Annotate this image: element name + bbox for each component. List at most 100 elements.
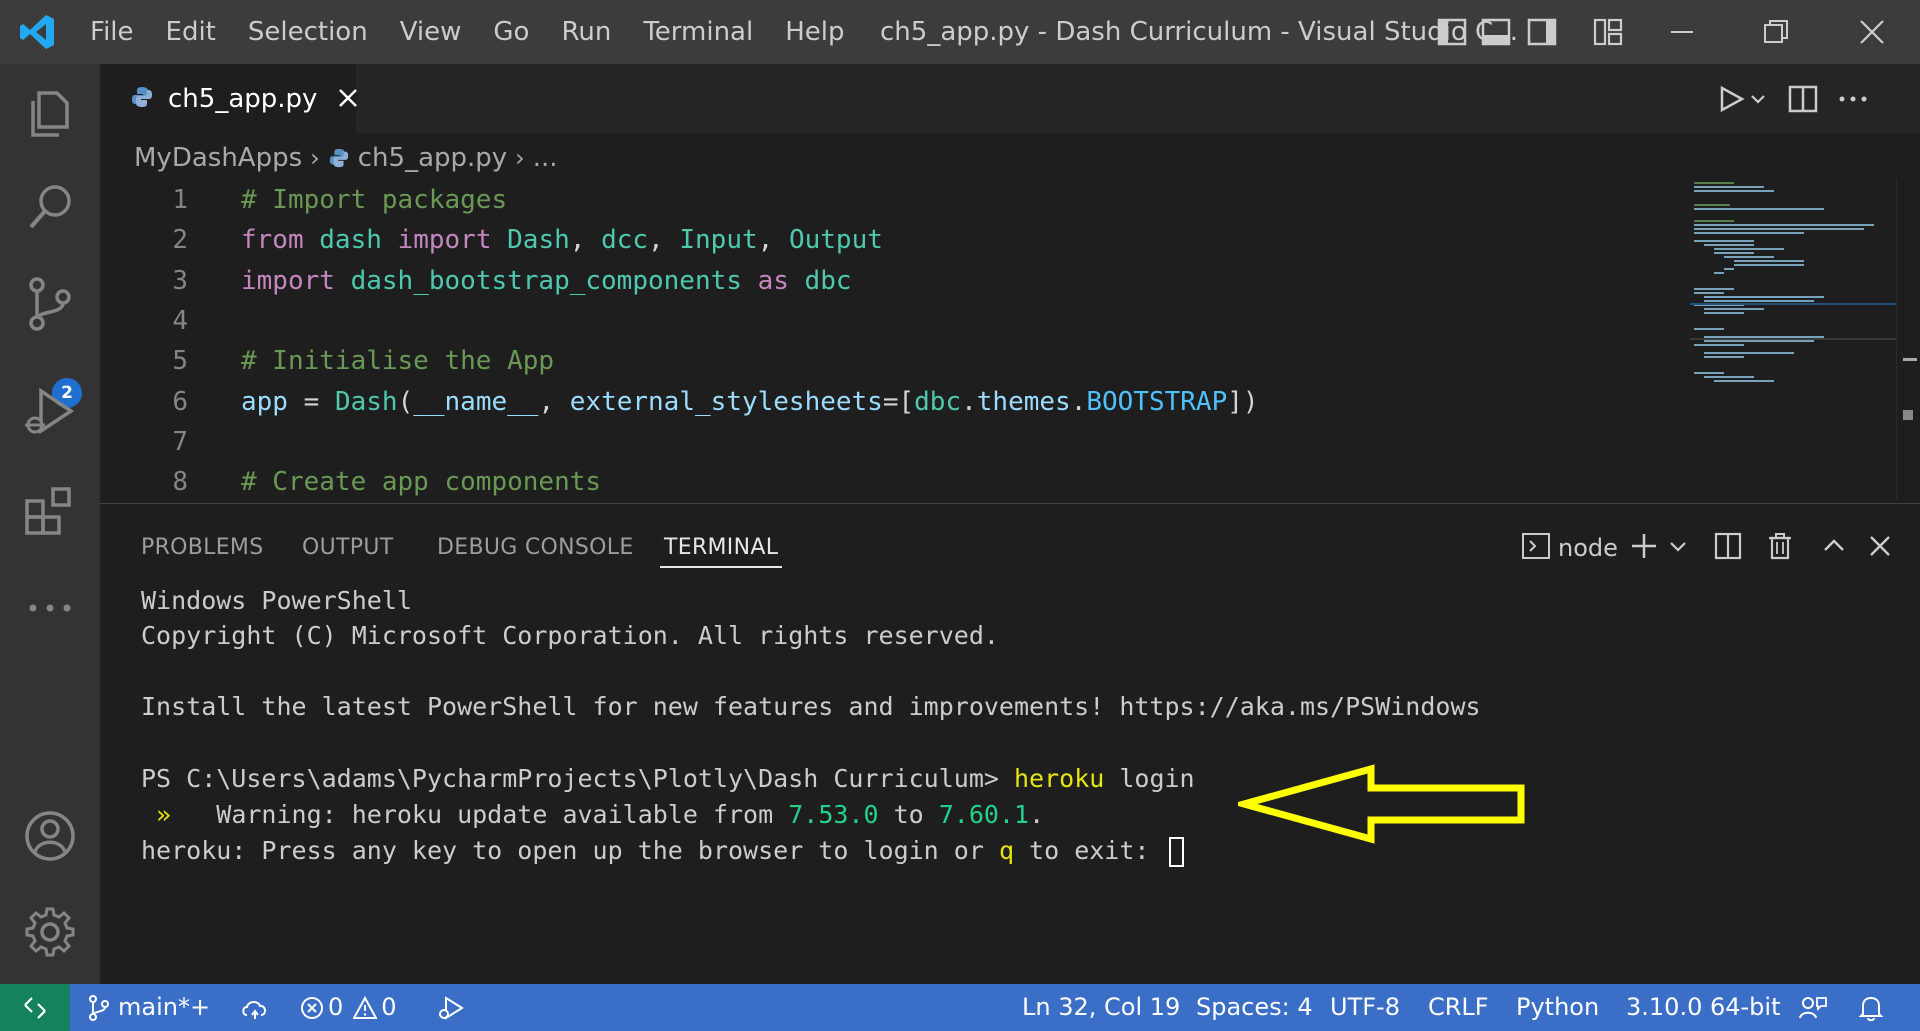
breadcrumb-folder[interactable]: MyDashApps bbox=[134, 143, 302, 173]
line-number: 2 bbox=[172, 225, 188, 256]
settings-gear-icon[interactable] bbox=[0, 884, 100, 980]
extensions-icon[interactable] bbox=[0, 464, 100, 560]
code-token: from bbox=[241, 225, 304, 256]
code-line[interactable]: 8 # Create app components bbox=[100, 462, 1690, 502]
python-file-icon bbox=[130, 85, 154, 113]
tab-problems[interactable]: PROBLEMS bbox=[141, 528, 263, 568]
customize-layout-icon[interactable] bbox=[1592, 16, 1624, 48]
branch-name: main*+ bbox=[118, 993, 211, 1021]
split-editor-icon[interactable] bbox=[1786, 82, 1820, 120]
warning-text: Warning: heroku update available from bbox=[171, 800, 789, 829]
accounts-icon[interactable] bbox=[0, 788, 100, 884]
code-line[interactable]: 4 bbox=[100, 301, 1690, 341]
breadcrumb-file[interactable]: ch5_app.py bbox=[358, 143, 507, 173]
tab-label: ch5_app.py bbox=[168, 84, 318, 114]
code-token: # Import packages bbox=[241, 185, 508, 215]
menu-file[interactable]: File bbox=[74, 0, 150, 64]
branch-indicator[interactable]: main*+ bbox=[88, 984, 210, 1031]
terminal-shell-icon[interactable] bbox=[1516, 526, 1556, 566]
toggle-secondary-sidebar-icon[interactable] bbox=[1526, 16, 1558, 48]
more-icon[interactable] bbox=[0, 560, 100, 656]
code-token: . bbox=[961, 386, 977, 417]
menu-help[interactable]: Help bbox=[769, 0, 860, 64]
cursor-position[interactable]: Ln 32, Col 19 bbox=[1022, 984, 1180, 1031]
code-token: , bbox=[538, 386, 570, 417]
menu-edit[interactable]: Edit bbox=[150, 0, 232, 64]
language-mode[interactable]: Python bbox=[1516, 984, 1599, 1031]
toggle-primary-sidebar-icon[interactable] bbox=[1436, 16, 1468, 48]
code-token: ]) bbox=[1227, 386, 1259, 417]
end-of-line[interactable]: CRLF bbox=[1428, 984, 1489, 1031]
python-file-icon bbox=[328, 147, 350, 169]
code-token: = bbox=[287, 386, 335, 417]
split-terminal-icon[interactable] bbox=[1708, 526, 1748, 566]
close-tab-icon[interactable] bbox=[337, 82, 359, 117]
warning-marker: » bbox=[141, 800, 172, 829]
code-text: # Initialise the App bbox=[241, 341, 554, 381]
warning-end: . bbox=[1029, 800, 1045, 829]
terminal-line: Copyright (C) Microsoft Corporation. All… bbox=[141, 621, 999, 650]
maximize-panel-chevron-up-icon[interactable] bbox=[1814, 526, 1854, 566]
feedback-icon[interactable] bbox=[1798, 984, 1828, 1031]
line-number: 8 bbox=[172, 467, 188, 498]
more-actions-icon[interactable] bbox=[1836, 82, 1870, 120]
code-token: ( bbox=[397, 386, 414, 417]
notifications-bell-icon[interactable] bbox=[1858, 984, 1884, 1031]
toggle-panel-icon[interactable] bbox=[1480, 16, 1512, 48]
code-line[interactable]: 3 import dash_bootstrap_components as dbc bbox=[100, 261, 1690, 301]
code-line[interactable]: 1 # Import packages bbox=[100, 180, 1690, 220]
remote-indicator-icon[interactable] bbox=[0, 984, 70, 1031]
code-line[interactable]: 5 # Initialise the App bbox=[100, 341, 1690, 381]
code-token: dash bbox=[319, 225, 382, 256]
sync-icon[interactable] bbox=[240, 984, 270, 1031]
tab-debug-console[interactable]: DEBUG CONSOLE bbox=[437, 528, 634, 568]
explorer-icon[interactable] bbox=[0, 64, 100, 160]
terminal-cursor bbox=[1168, 837, 1184, 867]
python-interpreter[interactable]: 3.10.0 64-bit bbox=[1626, 984, 1780, 1031]
indentation[interactable]: Spaces: 4 bbox=[1196, 984, 1313, 1031]
code-token: . bbox=[1070, 386, 1087, 417]
menu-go[interactable]: Go bbox=[477, 0, 545, 64]
menu-view[interactable]: View bbox=[384, 0, 478, 64]
code-line[interactable]: 6 app = Dash(__name__, external_styleshee… bbox=[100, 382, 1690, 422]
code-editor[interactable]: 1 # Import packages 2 from dash import Dash… bbox=[100, 180, 1690, 500]
tab-ch5-app-py[interactable]: ch5_app.py bbox=[100, 64, 359, 134]
code-token: external_stylesheets bbox=[569, 386, 883, 417]
kill-terminal-trash-icon[interactable] bbox=[1760, 526, 1800, 566]
menu-terminal[interactable]: Terminal bbox=[627, 0, 769, 64]
run-python-file-icon[interactable] bbox=[1716, 82, 1766, 120]
status-bar: main*+ 0 0 Ln 32, Col 19 Spaces: 4 UTF-8… bbox=[0, 984, 1920, 1031]
tab-terminal[interactable]: TERMINAL bbox=[660, 528, 783, 568]
search-icon[interactable] bbox=[0, 160, 100, 256]
code-token: import bbox=[241, 265, 335, 296]
encoding[interactable]: UTF-8 bbox=[1330, 984, 1400, 1031]
menu-run[interactable]: Run bbox=[545, 0, 627, 64]
tab-output[interactable]: OUTPUT bbox=[302, 528, 393, 568]
terminal-dropdown-chevron-icon[interactable] bbox=[1658, 526, 1698, 566]
problems-indicator[interactable]: 0 0 bbox=[300, 984, 397, 1031]
line-number: 1 bbox=[172, 185, 188, 215]
code-text: # Create app components bbox=[241, 462, 601, 502]
terminal-name[interactable]: node bbox=[1558, 528, 1618, 568]
minimap[interactable] bbox=[1690, 178, 1896, 500]
close-window-button[interactable] bbox=[1826, 0, 1918, 64]
login-suffix: to exit: bbox=[1014, 836, 1165, 865]
close-panel-icon[interactable] bbox=[1860, 526, 1900, 566]
breadcrumb-symbols[interactable]: ... bbox=[533, 143, 558, 173]
restore-button[interactable] bbox=[1730, 0, 1822, 64]
source-control-icon[interactable] bbox=[0, 256, 100, 352]
menu-selection[interactable]: Selection bbox=[232, 0, 384, 64]
vscode-logo-icon bbox=[0, 0, 74, 64]
login-q-key: q bbox=[998, 836, 1014, 865]
debug-launch-icon[interactable] bbox=[436, 984, 466, 1031]
minimize-button[interactable] bbox=[1636, 0, 1728, 64]
code-token: import bbox=[397, 225, 492, 256]
code-token: # Initialise the App bbox=[241, 346, 555, 377]
run-debug-icon[interactable] bbox=[0, 364, 100, 460]
editor-scrollbar[interactable] bbox=[1896, 178, 1920, 500]
code-line[interactable]: 2 from dash import Dash, dcc, Input, Outp… bbox=[100, 220, 1690, 260]
code-line[interactable]: 7 bbox=[100, 422, 1690, 462]
